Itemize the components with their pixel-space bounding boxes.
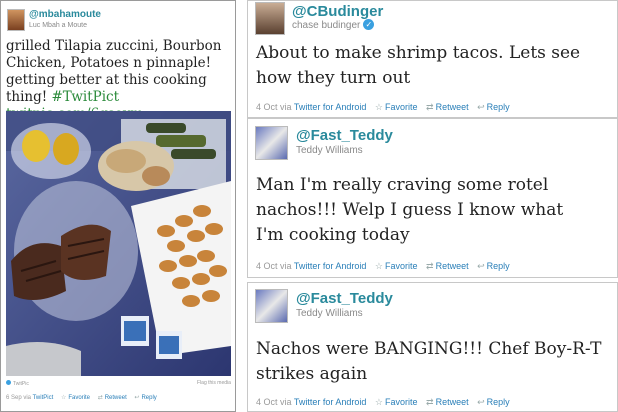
retweet-icon: ⇄ (97, 395, 103, 401)
favorite-button[interactable]: ☆ Favorite (61, 395, 90, 401)
reply-button[interactable]: ↩ Reply (134, 395, 156, 401)
tweet-text: About to make shrimp tacos. Lets see how… (256, 43, 581, 88)
user-handle[interactable]: @CBudinger (292, 3, 383, 20)
user-realname: Teddy Williams (296, 308, 363, 319)
tweet-card-fast-teddy-2: @Fast_Teddy Teddy Williams Nachos were B… (247, 282, 618, 412)
twitpic-logo-icon (6, 380, 11, 385)
tweet-text: Man I'm really craving some rotel nachos… (256, 175, 564, 245)
reply-icon: ↩ (477, 397, 485, 407)
star-icon: ☆ (374, 261, 383, 271)
favorite-button[interactable]: ☆ Favorite (375, 102, 418, 112)
tweet-meta: 6 Sep via TwitPict ☆ Favorite ⇄ Retweet ↩ R… (6, 394, 157, 401)
tweet-source-link[interactable]: Twitter for Android (294, 102, 367, 112)
star-icon: ☆ (374, 102, 383, 112)
tweet-card-cbudinger: @CBudinger chase budinger ✓ About to make… (247, 0, 618, 118)
user-handle[interactable]: @Fast_Teddy (296, 127, 393, 144)
reply-icon: ↩ (134, 395, 140, 401)
tweet-text: Nachos were BANGING!!! Chef Boy-R-T stri… (256, 339, 602, 384)
user-realname: Teddy Williams (296, 145, 363, 156)
tweet-source-link[interactable]: TwitPict (33, 395, 54, 401)
retweet-icon: ⇄ (426, 102, 434, 112)
photo-credit: TwitPic (6, 380, 29, 387)
flag-media-link[interactable]: Flag this media (197, 380, 231, 386)
user-realname: Luc Mbah a Moute (29, 22, 87, 29)
favorite-button[interactable]: ☆ Favorite (375, 261, 418, 271)
reply-button[interactable]: ↩ Reply (477, 102, 510, 112)
star-icon: ☆ (60, 395, 67, 401)
tweet-date: 4 Oct via (256, 102, 292, 112)
avatar[interactable] (255, 2, 285, 35)
reply-button[interactable]: ↩ Reply (477, 261, 510, 271)
retweet-button[interactable]: ⇄ Retweet (426, 102, 469, 112)
tweet-source-link[interactable]: Twitter for Android (294, 397, 367, 407)
reply-icon: ↩ (477, 261, 485, 271)
reply-button[interactable]: ↩ Reply (477, 397, 510, 407)
hashtag-link[interactable]: #TwitPict (52, 89, 120, 105)
tweet-card-mbahamoute: @mbahamoute Luc Mbah a Moute grilled Til… (0, 0, 236, 412)
avatar[interactable] (7, 9, 25, 31)
retweet-button[interactable]: ⇄ Retweet (426, 397, 469, 407)
user-handle[interactable]: @mbahamoute (29, 9, 101, 20)
star-icon: ☆ (374, 397, 383, 407)
retweet-icon: ⇄ (426, 397, 434, 407)
tweet-date: 6 Sep via (6, 395, 32, 401)
verified-badge-icon: ✓ (363, 19, 375, 30)
food-photo[interactable] (6, 111, 231, 376)
retweet-button[interactable]: ⇄ Retweet (98, 395, 127, 401)
tweet-meta: 4 Oct via Twitter for Android ☆ Favorite … (256, 397, 510, 408)
reply-icon: ↩ (477, 102, 485, 112)
retweet-button[interactable]: ⇄ Retweet (426, 261, 469, 271)
avatar[interactable] (255, 126, 288, 160)
tweet-date: 4 Oct via (256, 261, 292, 271)
user-handle[interactable]: @Fast_Teddy (296, 290, 393, 307)
tweet-source-link[interactable]: Twitter for Android (294, 261, 367, 271)
favorite-button[interactable]: ☆ Favorite (375, 397, 418, 407)
tweet-date: 4 Oct via (256, 397, 292, 407)
retweet-icon: ⇄ (426, 261, 434, 271)
avatar[interactable] (255, 289, 288, 323)
user-realname: chase budinger ✓ (292, 19, 375, 31)
tweet-meta: 4 Oct via Twitter for Android ☆ Favorite … (256, 102, 510, 113)
tweet-card-fast-teddy-1: @Fast_Teddy Teddy Williams Man I'm reall… (247, 118, 618, 278)
tweet-meta: 4 Oct via Twitter for Android ☆ Favorite … (256, 261, 510, 272)
